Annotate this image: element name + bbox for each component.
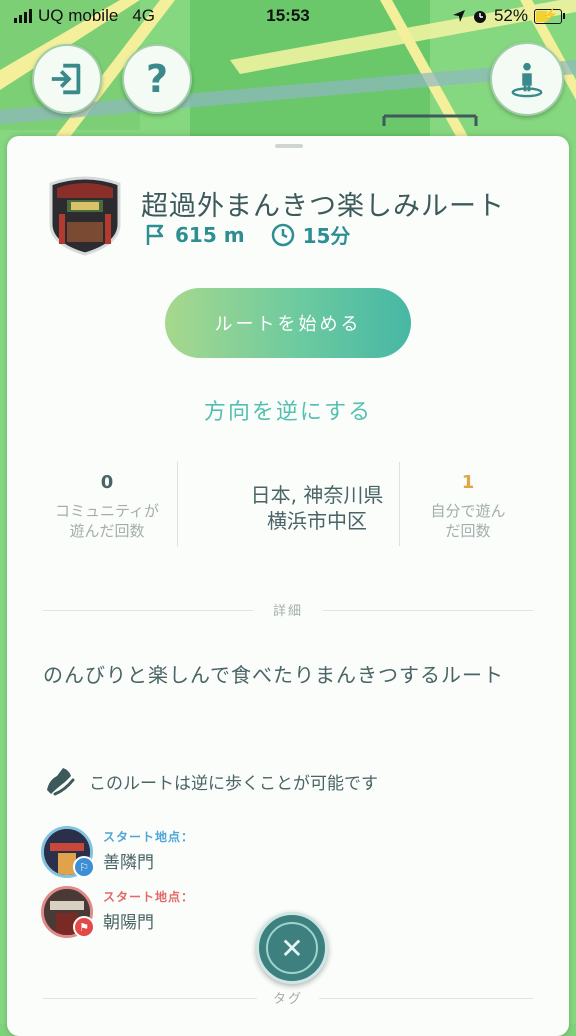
route-meta: 615 m 15分 — [143, 220, 350, 249]
community-label-line-1: コミュニティが — [54, 502, 160, 520]
route-description: のんびりと楽しんで食べたりまんきつするルート — [43, 663, 504, 687]
status-right: 52% ⚡ — [452, 6, 565, 26]
self-count-value: 1 — [461, 472, 475, 493]
help-icon: ? — [145, 57, 169, 101]
status-bar: UQ mobile 4G 15:53 52% ⚡ — [0, 0, 576, 34]
tags-section-header: タグ — [43, 988, 533, 1008]
reverse-direction-link[interactable]: 方向を逆にする — [7, 394, 569, 426]
waypoint-goal-caption: スタート地点： — [103, 890, 195, 904]
route-duration: 15分 — [302, 224, 351, 248]
tags-divider-right — [319, 998, 533, 999]
self-label-line-1: 自分で遊ん — [430, 502, 506, 520]
avatar-button[interactable] — [490, 42, 564, 116]
start-flag-icon: ⚐ — [73, 856, 95, 878]
community-label-line-2: 遊んだ回数 — [69, 522, 145, 540]
charging-bolt-icon: ⚡ — [542, 6, 559, 22]
details-section-header: 詳細 — [43, 600, 533, 620]
waypoint-start-caption: スタート地点： — [103, 830, 195, 844]
route-detail-sheet: 超過外まんきつ楽しみルート 615 m 15分 ルートを始める 方向を逆にする … — [7, 136, 569, 1036]
start-route-button[interactable]: ルートを始める — [165, 288, 411, 358]
route-thumbnail — [49, 176, 121, 256]
self-count-label: 自分で遊ん だ回数 — [399, 501, 537, 541]
community-play-count: 0 コミュニティが 遊んだ回数 — [37, 462, 177, 550]
community-count-label: コミュニティが 遊んだ回数 — [37, 501, 177, 541]
battery-icon: ⚡ — [534, 6, 565, 24]
close-icon: ✕ — [266, 922, 318, 974]
stats-divider-left — [177, 462, 178, 546]
waypoint-start-name: 善隣門 — [103, 853, 154, 873]
flag-icon — [146, 224, 164, 245]
reversible-text: このルートは逆に歩くことが可能です — [89, 773, 378, 794]
waypoint-goal-name: 朝陽門 — [103, 913, 154, 933]
self-label-line-2: だ回数 — [445, 522, 491, 540]
sheet-drag-handle[interactable] — [275, 144, 303, 148]
avatar-icon — [511, 62, 543, 98]
close-button[interactable]: ✕ — [256, 912, 328, 984]
alarm-icon — [473, 11, 486, 23]
location-line-2: 横浜市中区 — [267, 509, 367, 533]
shoe-icon — [47, 768, 75, 796]
details-divider-right — [323, 610, 533, 611]
help-button[interactable]: ? — [122, 44, 192, 114]
location-line-1: 日本, 神奈川県 — [250, 483, 384, 507]
reversible-note: このルートは逆に歩くことが可能です — [43, 764, 378, 798]
exit-button[interactable] — [32, 44, 102, 114]
self-play-count: 1 自分で遊ん だ回数 — [399, 462, 537, 550]
waypoint-start[interactable]: ⚐ スタート地点： 善隣門 — [41, 826, 341, 880]
route-title: 超過外まんきつ楽しみルート — [141, 191, 505, 222]
clock-icon — [271, 223, 294, 246]
battery-percent: 52% — [493, 6, 528, 25]
community-count-value: 0 — [100, 472, 114, 493]
exit-icon — [51, 63, 81, 95]
route-location: 日本, 神奈川県 横浜市中区 — [207, 482, 427, 534]
route-distance: 615 m — [175, 222, 245, 247]
route-stats: 0 コミュニティが 遊んだ回数 日本, 神奈川県 横浜市中区 1 自分で遊ん だ… — [37, 462, 537, 550]
location-arrow-icon — [452, 10, 465, 22]
goal-flag-icon: ⚑ — [73, 916, 95, 938]
